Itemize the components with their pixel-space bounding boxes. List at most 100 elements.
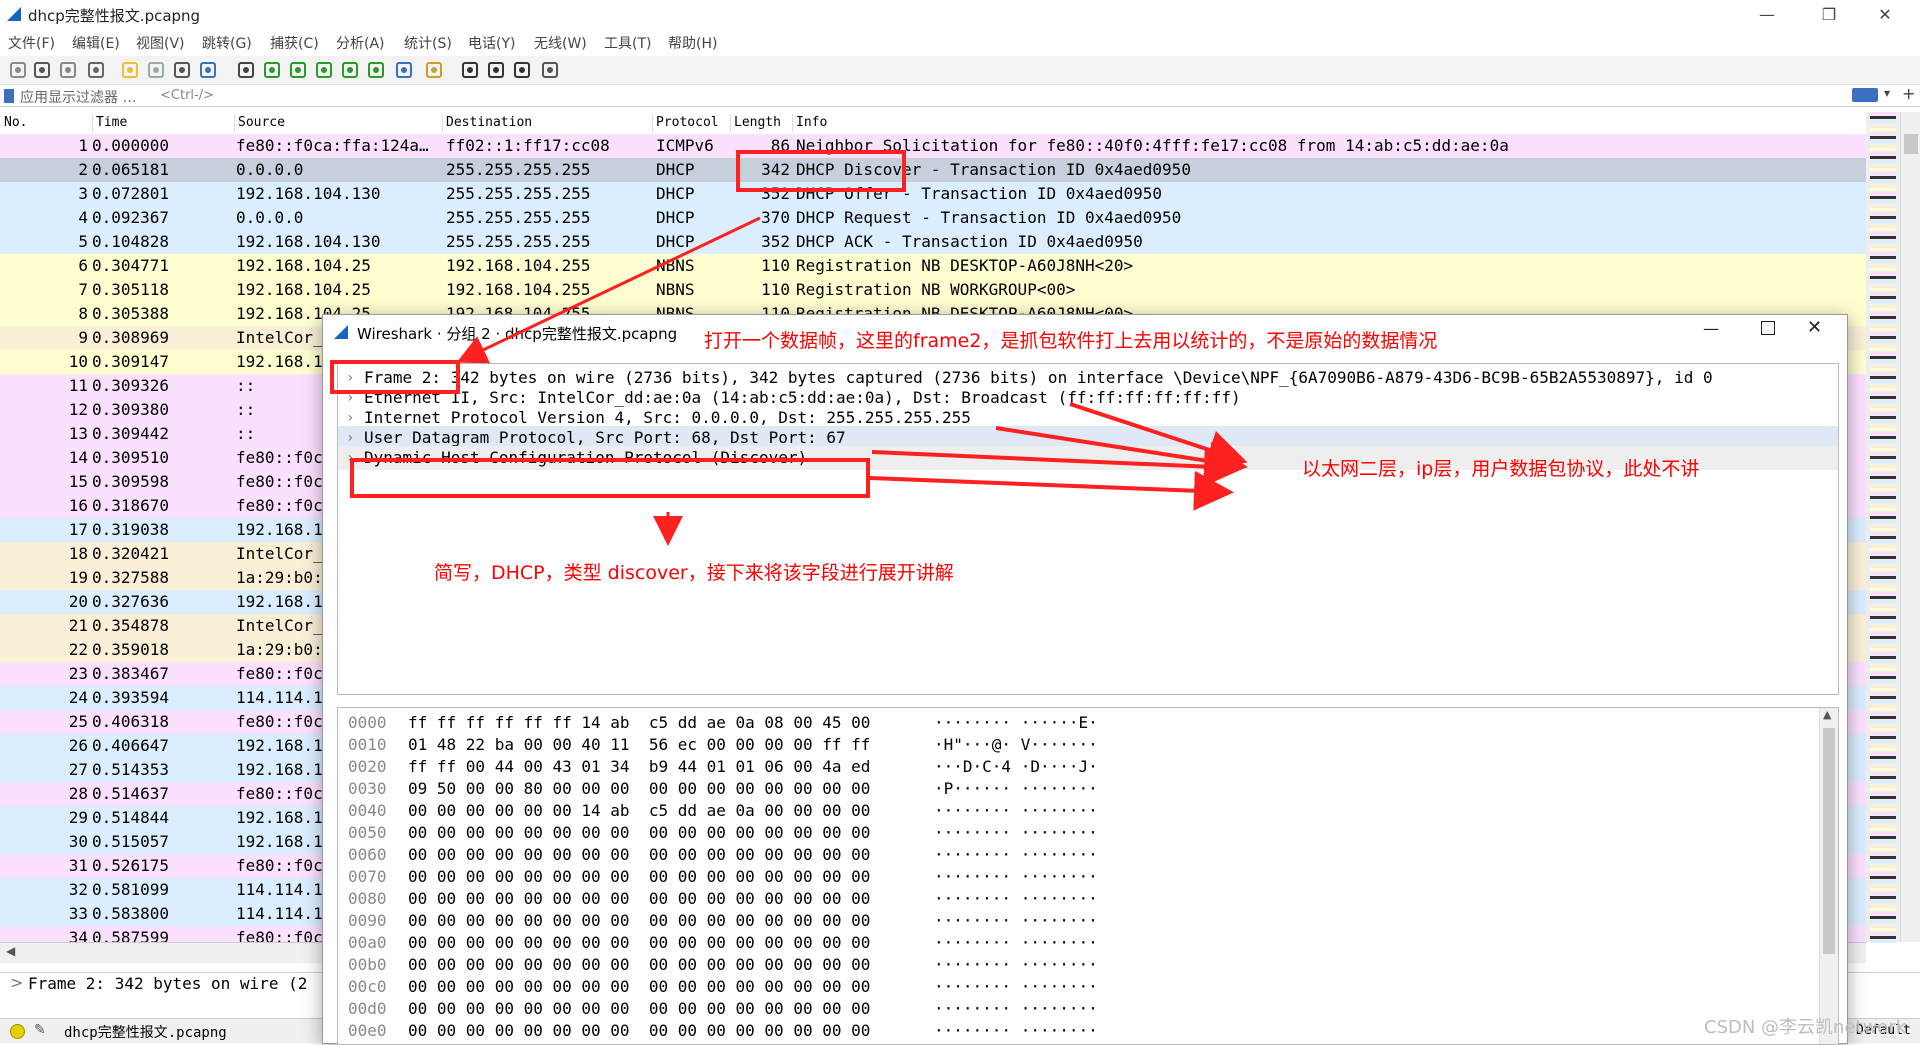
stop-capture-icon[interactable] <box>32 60 52 80</box>
menu-item-4[interactable]: 捕获(C) <box>270 33 319 53</box>
column-header-4[interactable]: Protocol <box>656 115 719 130</box>
colorize-icon[interactable] <box>424 60 444 80</box>
popup-maximize-icon[interactable] <box>1761 321 1775 335</box>
hex-row[interactable]: 00e0 00 00 00 00 00 00 00 00 00 00 00 00 … <box>338 1020 1818 1042</box>
go-to-packet-icon[interactable] <box>314 60 334 80</box>
minimap-stripe <box>1870 664 1896 667</box>
hex-scrollbar[interactable]: ▲ <box>1819 708 1838 1044</box>
hex-row[interactable]: 0070 00 00 00 00 00 00 00 00 00 00 00 00 … <box>338 866 1818 888</box>
cell-no: 2 <box>78 160 88 179</box>
reload-icon[interactable] <box>198 60 218 80</box>
hex-off: 00a0 <box>348 933 387 952</box>
menu-item-1[interactable]: 编辑(E) <box>72 33 120 53</box>
hex-row[interactable]: 0080 00 00 00 00 00 00 00 00 00 00 00 00 … <box>338 888 1818 910</box>
column-header-6[interactable]: Info <box>796 115 827 130</box>
hex-row[interactable]: 0060 00 00 00 00 00 00 00 00 00 00 00 00 … <box>338 844 1818 866</box>
find-icon[interactable] <box>236 60 256 80</box>
column-divider[interactable] <box>652 114 653 132</box>
first-packet-icon[interactable] <box>340 60 360 80</box>
table-row[interactable]: 2 0.065181 0.0.0.0 255.255.255.255 DHCP 342 DH… <box>0 158 1866 182</box>
hex-row[interactable]: 00c0 00 00 00 00 00 00 00 00 00 00 00 00 … <box>338 976 1818 998</box>
apply-filter-arrow-icon[interactable] <box>1852 88 1878 102</box>
hex-row[interactable]: 0090 00 00 00 00 00 00 00 00 00 00 00 00 … <box>338 910 1818 932</box>
detail-strip-text: Frame 2: 342 bytes on wire (2 <box>28 974 308 993</box>
restart-capture-icon[interactable] <box>58 60 78 80</box>
menu-item-10[interactable]: 帮助(H) <box>668 33 717 53</box>
menu-item-8[interactable]: 无线(W) <box>534 33 587 53</box>
minimize-icon[interactable]: — <box>1744 0 1790 30</box>
menu-item-0[interactable]: 文件(F) <box>8 33 55 53</box>
column-divider[interactable] <box>92 114 93 132</box>
cell-no: 11 <box>68 376 88 395</box>
menu-item-9[interactable]: 工具(T) <box>604 33 651 53</box>
hex-row[interactable]: 00d0 00 00 00 00 00 00 00 00 00 00 00 00 … <box>338 998 1818 1020</box>
minimap-stripe <box>1870 540 1896 543</box>
go-back-icon[interactable] <box>262 60 282 80</box>
zoom-in-icon[interactable] <box>460 60 480 80</box>
minimap-stripe <box>1870 784 1896 787</box>
hex-row[interactable]: 0030 09 50 00 00 80 00 00 00 00 00 00 00 … <box>338 778 1818 800</box>
table-row[interactable]: 3 0.072801 192.168.104.130 255.255.255.255 D… <box>0 182 1866 206</box>
hex-scroll-thumb[interactable] <box>1823 728 1835 954</box>
hex-row[interactable]: 00a0 00 00 00 00 00 00 00 00 00 00 00 00 … <box>338 932 1818 954</box>
column-header-1[interactable]: Time <box>96 115 127 130</box>
packet-minimap[interactable] <box>1866 112 1900 943</box>
edit-comment-icon[interactable]: ✎ <box>34 1022 46 1038</box>
hex-row[interactable]: 0050 00 00 00 00 00 00 00 00 00 00 00 00 … <box>338 822 1818 844</box>
column-divider[interactable] <box>234 114 235 132</box>
table-row[interactable]: 7 0.305118 192.168.104.25 192.168.104.255 NB… <box>0 278 1866 302</box>
start-capture-icon[interactable] <box>8 60 28 80</box>
capture-options-icon[interactable] <box>86 60 106 80</box>
table-row[interactable]: 4 0.092367 0.0.0.0 255.255.255.255 DHCP 370 DH… <box>0 206 1866 230</box>
table-row[interactable]: 1 0.000000 fe80::f0ca:ffa:124a… ff02::1:ff1… <box>0 134 1866 158</box>
hex-row[interactable]: 0010 01 48 22 ba 00 00 40 11 56 ec 00 00 … <box>338 734 1818 756</box>
table-row[interactable]: 6 0.304771 192.168.104.25 192.168.104.255 NB… <box>0 254 1866 278</box>
menu-item-7[interactable]: 电话(Y) <box>468 33 515 53</box>
dropdown-chevron-icon[interactable]: ▾ <box>1884 86 1890 100</box>
menu-item-2[interactable]: 视图(V) <box>136 33 185 53</box>
expand-chevron-icon[interactable]: > <box>10 973 23 992</box>
hex-asc: ········ ········ <box>934 911 1098 930</box>
column-header-5[interactable]: Length <box>734 115 781 130</box>
minimap-stripe <box>1870 244 1896 247</box>
hex-row[interactable]: 0020 ff ff 00 44 00 43 01 34 b9 44 01 01 … <box>338 756 1818 778</box>
resize-columns-icon[interactable] <box>540 60 560 80</box>
cell-proto: ICMPv6 <box>656 136 714 155</box>
menu-item-6[interactable]: 统计(S) <box>404 33 452 53</box>
packet-list-scrollbar[interactable] <box>1900 112 1920 942</box>
last-packet-icon[interactable] <box>366 60 386 80</box>
minimap-stripe <box>1870 544 1896 547</box>
zoom-out-icon[interactable] <box>486 60 506 80</box>
add-filter-button-icon[interactable]: + <box>1902 84 1915 103</box>
hex-row[interactable]: 00b0 00 00 00 00 00 00 00 00 00 00 00 00 … <box>338 954 1818 976</box>
scroll-up-icon[interactable]: ▲ <box>1823 708 1831 721</box>
menu-item-3[interactable]: 跳转(G) <box>202 33 252 53</box>
auto-scroll-icon[interactable] <box>394 60 414 80</box>
restore-icon[interactable]: ❐ <box>1806 0 1852 30</box>
open-file-icon[interactable] <box>120 60 140 80</box>
column-header-0[interactable]: No. <box>4 115 27 130</box>
scroll-thumb[interactable] <box>1904 134 1918 154</box>
minimap-stripe <box>1870 696 1896 699</box>
table-row[interactable]: 5 0.104828 192.168.104.130 255.255.255.255 D… <box>0 230 1866 254</box>
minimap-stripe <box>1870 408 1896 411</box>
hex-row[interactable]: 0040 00 00 00 00 00 00 14 ab c5 dd ae 0a … <box>338 800 1818 822</box>
column-divider[interactable] <box>730 114 731 132</box>
column-divider[interactable] <box>442 114 443 132</box>
scroll-left-icon[interactable]: ◀ <box>6 944 15 958</box>
hex-row[interactable]: 0000 ff ff ff ff ff ff 14 ab c5 dd ae 0a … <box>338 712 1818 734</box>
popup-close-icon[interactable]: ✕ <box>1807 317 1822 338</box>
menu-item-5[interactable]: 分析(A) <box>336 33 385 53</box>
go-forward-icon[interactable] <box>288 60 308 80</box>
display-filter-bar[interactable]: 应用显示过滤器 … <Ctrl-/> ▾ + <box>0 84 1920 107</box>
column-header-2[interactable]: Source <box>238 115 285 130</box>
bookmark-icon[interactable] <box>4 89 14 103</box>
close-icon[interactable]: ✕ <box>1862 0 1908 30</box>
close-file-icon[interactable] <box>172 60 192 80</box>
popup-minimize-icon[interactable]: — <box>1703 319 1719 338</box>
save-file-icon[interactable] <box>146 60 166 80</box>
column-divider[interactable] <box>792 114 793 132</box>
zoom-normal-icon[interactable] <box>512 60 532 80</box>
ready-indicator-icon[interactable] <box>10 1024 25 1039</box>
column-header-3[interactable]: Destination <box>446 115 532 130</box>
